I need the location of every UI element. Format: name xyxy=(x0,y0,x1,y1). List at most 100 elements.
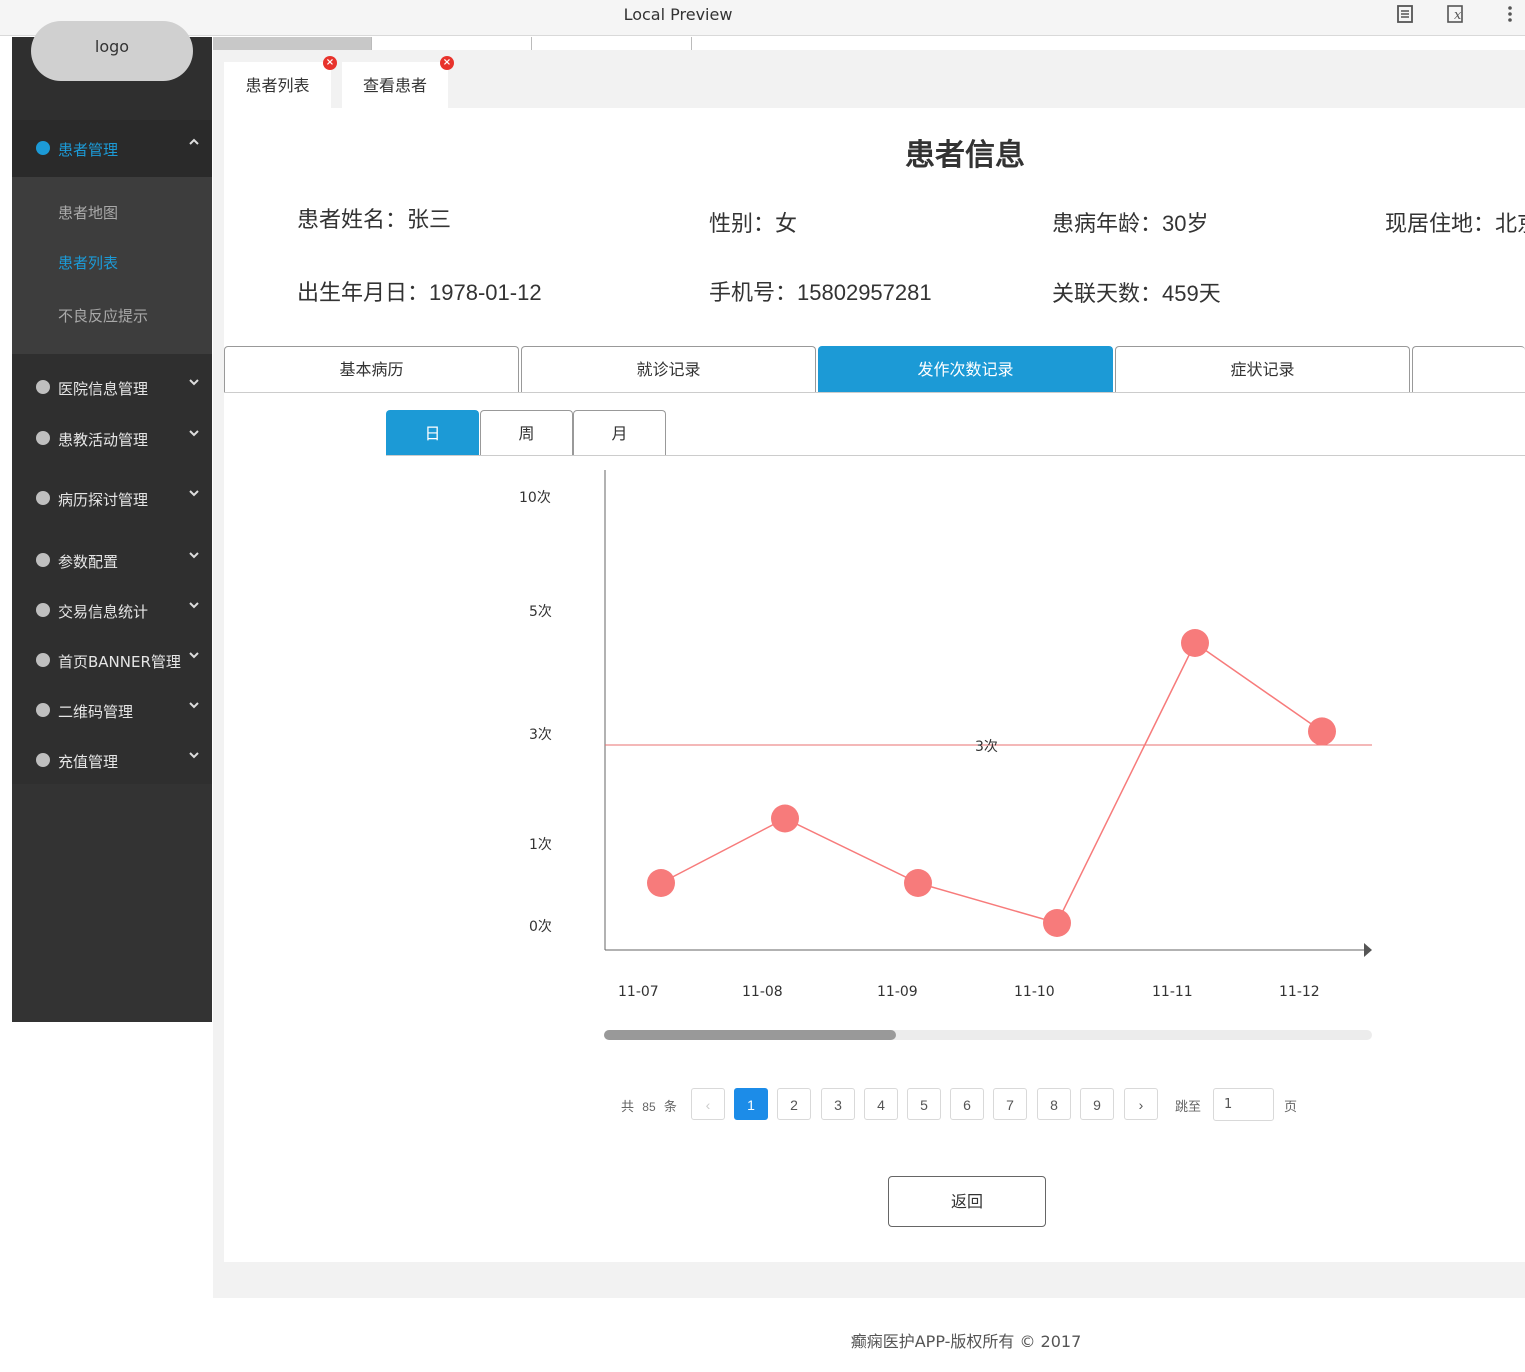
pagination-page[interactable]: 3 xyxy=(821,1088,855,1120)
x-tick-label: 11-10 xyxy=(1014,984,1055,1000)
menu-banner-management[interactable]: 首页BANNER管理 xyxy=(12,640,212,680)
top-nav-strip xyxy=(213,37,1525,50)
y-tick-label: 3次 xyxy=(529,727,552,743)
menu-label: 交易信息统计 xyxy=(58,603,149,621)
menu-group-patient: 患者管理 患者地图 患者列表 不良反应提示 xyxy=(12,120,212,354)
page-title: 患者信息 xyxy=(905,138,1025,173)
menu-label: 充值管理 xyxy=(58,753,119,771)
menu-label: 患教活动管理 xyxy=(58,431,149,449)
y-tick-label: 1次 xyxy=(529,837,552,853)
tab-period-week[interactable]: 周 xyxy=(480,410,573,455)
x-tick-label: 11-09 xyxy=(877,984,918,1000)
top-nav-segment[interactable] xyxy=(372,37,532,50)
chevron-down-icon xyxy=(188,487,200,503)
sidebar-item-adverse-reaction[interactable]: 不良反应提示 xyxy=(58,305,148,326)
menu-transaction-stats[interactable]: 交易信息统计 xyxy=(12,590,212,630)
divider xyxy=(386,455,1525,456)
sidebar-item-patient-map[interactable]: 患者地图 xyxy=(58,202,118,223)
x-tick-label: 11-11 xyxy=(1152,984,1193,1000)
patient-birthdate: 出生年月日：1978-01-12 xyxy=(297,280,542,306)
menu-dot-icon xyxy=(36,653,50,667)
pagination-page[interactable]: 8 xyxy=(1037,1088,1071,1120)
menu-education-activity[interactable]: 患教活动管理 xyxy=(12,418,212,458)
close-icon[interactable]: × xyxy=(323,56,337,70)
pagination-jump-label: 跳至 xyxy=(1175,1100,1202,1115)
back-button[interactable]: 返回 xyxy=(888,1176,1046,1227)
chevron-down-icon xyxy=(188,549,200,565)
pagination-page[interactable]: 6 xyxy=(950,1088,984,1120)
pagination-jump-input[interactable]: 1 xyxy=(1213,1088,1274,1121)
patient-address: 现居住地：北京 xyxy=(1385,211,1525,237)
tab-basic-record[interactable]: 基本病历 xyxy=(224,346,519,392)
menu-recharge-management[interactable]: 充值管理 xyxy=(12,740,212,780)
tab-seizure-count[interactable]: 发作次数记录 xyxy=(818,346,1113,392)
window-title: Local Preview xyxy=(623,5,733,24)
tab-visit-record[interactable]: 就诊记录 xyxy=(521,346,816,392)
menu-label: 二维码管理 xyxy=(58,703,134,721)
pagination-page[interactable]: 5 xyxy=(907,1088,941,1120)
pagination-page[interactable]: 9 xyxy=(1080,1088,1114,1120)
divider xyxy=(224,392,1525,393)
menu-dot-icon xyxy=(36,753,50,767)
tab-period-month[interactable]: 月 xyxy=(573,410,666,455)
variable-icon[interactable]: x xyxy=(1445,4,1467,26)
tab-label: 患者列表 xyxy=(245,76,310,95)
chevron-down-icon xyxy=(188,599,200,615)
pagination-page[interactable]: 2 xyxy=(777,1088,811,1120)
logo[interactable]: logo xyxy=(31,21,193,81)
x-tick-label: 11-07 xyxy=(618,984,659,1000)
patient-name: 患者姓名：张三 xyxy=(297,207,452,233)
y-tick-label: 0次 xyxy=(529,919,552,935)
chart-scroll-thumb[interactable] xyxy=(604,1030,896,1040)
y-tick-label: 10次 xyxy=(519,490,551,506)
top-nav-segment[interactable] xyxy=(532,37,692,50)
menu-label: 患者管理 xyxy=(58,141,119,159)
menu-dot-icon xyxy=(36,603,50,617)
menu-dot-icon xyxy=(36,141,50,155)
menu-label: 首页BANNER管理 xyxy=(58,653,181,671)
pagination-page[interactable]: 4 xyxy=(864,1088,898,1120)
tab-period-day[interactable]: 日 xyxy=(386,410,479,455)
menu-dot-icon xyxy=(36,553,50,567)
pagination-page[interactable]: 7 xyxy=(993,1088,1027,1120)
x-tick-label: 11-12 xyxy=(1279,984,1320,1000)
footer-copyright: 癫痫医护APP-版权所有 © 2017 xyxy=(850,1332,1082,1351)
sidebar: logo 患者管理 患者地图 患者列表 不良反应提示 医院信息管理 患教活动管理… xyxy=(12,21,212,1022)
svg-text:x: x xyxy=(1454,8,1462,23)
chevron-up-icon xyxy=(188,136,200,152)
tab-label: 查看患者 xyxy=(362,76,427,95)
menu-parameter-config[interactable]: 参数配置 xyxy=(12,540,212,580)
menu-dot-icon xyxy=(36,703,50,717)
menu-qrcode-management[interactable]: 二维码管理 xyxy=(12,690,212,730)
reader-icon[interactable] xyxy=(1394,4,1416,26)
top-nav-segment[interactable] xyxy=(213,37,372,50)
tab-symptom-record[interactable]: 症状记录 xyxy=(1115,346,1410,392)
patient-gender: 性别：女 xyxy=(709,211,798,237)
pagination-next-button[interactable]: › xyxy=(1124,1088,1158,1120)
menu-hospital-info[interactable]: 医院信息管理 xyxy=(12,367,212,407)
menu-dot-icon xyxy=(36,491,50,505)
menu-case-discussion[interactable]: 病历探讨管理 xyxy=(12,478,212,518)
menu-patient-management[interactable]: 患者管理 xyxy=(12,120,212,177)
pagination-total: 共 85 条 xyxy=(621,1100,677,1115)
patient-phone: 手机号：15802957281 xyxy=(709,280,932,306)
tab-patient-list[interactable]: 患者列表 × xyxy=(224,56,337,108)
pagination-prev-button[interactable]: ‹ xyxy=(691,1088,725,1120)
chevron-down-icon xyxy=(188,699,200,715)
pagination-page[interactable]: 1 xyxy=(734,1088,768,1120)
chevron-down-icon xyxy=(188,427,200,443)
more-icon[interactable] xyxy=(1499,4,1521,26)
x-tick-label: 11-08 xyxy=(742,984,783,1000)
sidebar-item-patient-list[interactable]: 患者列表 xyxy=(58,252,118,273)
menu-dot-icon xyxy=(36,431,50,445)
close-icon[interactable]: × xyxy=(440,56,454,70)
menu-label: 医院信息管理 xyxy=(58,380,149,398)
patient-age: 患病年龄：30岁 xyxy=(1052,211,1209,237)
tab-view-patient[interactable]: 查看患者 × xyxy=(342,56,454,108)
pagination-jump-suffix: 页 xyxy=(1284,1100,1298,1115)
chevron-down-icon xyxy=(188,376,200,392)
menu-label: 参数配置 xyxy=(58,553,119,571)
window-titlebar: Local Preview x xyxy=(0,0,1525,36)
tab-more-record[interactable] xyxy=(1412,346,1525,392)
y-tick-label: 5次 xyxy=(529,604,552,620)
